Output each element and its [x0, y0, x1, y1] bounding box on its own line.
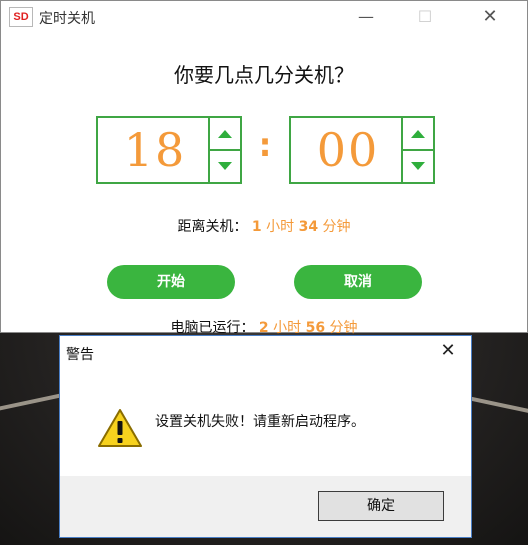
hour-input[interactable]: 18 [96, 116, 242, 184]
minute-spinner [401, 118, 433, 182]
hour-down-button[interactable] [210, 151, 240, 183]
uptime-minutes-unit: 分钟 [329, 320, 358, 336]
minute-down-button[interactable] [403, 151, 433, 183]
ok-button[interactable]: 确定 [318, 491, 444, 521]
start-button[interactable]: 开始 [107, 265, 235, 299]
spin-down-icon [411, 162, 425, 170]
countdown-text: 距离关机： 1 小时 34 分钟 [1, 216, 527, 236]
hour-value[interactable]: 18 [98, 118, 212, 182]
minute-up-button[interactable] [403, 118, 433, 151]
shutdown-timer-window: SD 定时关机 — ☐ ✕ 你要几点几分关机？ 18 : 00 距离关机： 1 … [0, 0, 528, 336]
warning-icon [98, 409, 142, 447]
app-logo-icon: SD [9, 7, 33, 27]
dialog-title: 警告 [66, 347, 94, 363]
uptime-text: 电脑已运行： 2 小时 56 分钟 [1, 317, 527, 337]
countdown-hours: 1 [251, 219, 262, 235]
countdown-label: 距离关机： [177, 219, 248, 235]
cancel-button[interactable]: 取消 [294, 265, 422, 299]
hour-up-button[interactable] [210, 118, 240, 151]
spin-down-icon [218, 162, 232, 170]
uptime-hours: 2 [258, 320, 269, 336]
dialog-footer: 确定 [60, 476, 471, 537]
uptime-label: 电脑已运行： [170, 320, 255, 336]
countdown-hours-unit: 小时 [266, 219, 295, 235]
shutdown-question: 你要几点几分关机？ [174, 63, 354, 87]
close-button[interactable]: ✕ [467, 1, 513, 33]
title-bar: SD 定时关机 — ☐ ✕ [1, 1, 527, 33]
window-title: 定时关机 [39, 11, 95, 27]
time-separator: : [258, 126, 272, 164]
uptime-minutes: 56 [305, 320, 326, 336]
uptime-hours-unit: 小时 [273, 320, 302, 336]
dialog-message: 设置关机失败！请重新启动程序。 [155, 414, 365, 430]
countdown-minutes: 34 [298, 219, 319, 235]
minute-value[interactable]: 00 [291, 118, 405, 182]
dialog-close-button[interactable]: ✕ [433, 339, 463, 363]
minimize-button[interactable]: — [343, 1, 389, 33]
spin-up-icon [218, 130, 232, 138]
spin-up-icon [411, 130, 425, 138]
minute-input[interactable]: 00 [289, 116, 435, 184]
maximize-button[interactable]: ☐ [402, 1, 448, 33]
warning-dialog: 警告 ✕ 设置关机失败！请重新启动程序。 确定 [59, 335, 472, 538]
countdown-minutes-unit: 分钟 [322, 219, 351, 235]
hour-spinner [208, 118, 240, 182]
